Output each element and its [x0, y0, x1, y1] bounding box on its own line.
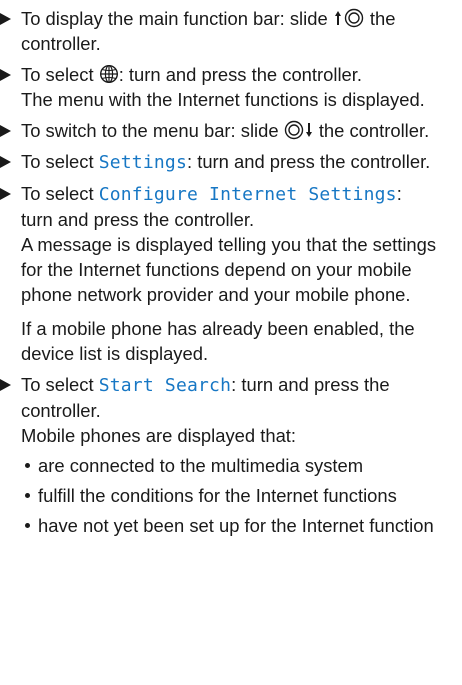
step-6-result: Mobile phones are displayed that:	[21, 425, 297, 446]
controller-slide-up-icon	[334, 8, 363, 28]
step-2: To select : turn and press the controlle…	[0, 62, 462, 112]
settings-menu-item: Settings	[98, 152, 187, 173]
step-4-text-start: To select	[21, 151, 99, 172]
step-arrow-icon	[0, 379, 11, 391]
step-arrow-icon	[0, 69, 11, 81]
list-item: have not yet been set up for the Interne…	[21, 513, 462, 538]
step-5-message: A message is displayed telling you that …	[21, 234, 437, 305]
step-6-text-start: To select	[21, 374, 99, 395]
step-arrow-icon	[0, 188, 11, 200]
step-5: To select Configure Internet Settings: t…	[0, 181, 462, 366]
start-search-menu-item: Start Search	[98, 375, 232, 396]
step-5-note: If a mobile phone has already been enabl…	[21, 318, 415, 364]
list-item: fulfill the conditions for the Internet …	[21, 483, 462, 508]
step-2-result: The menu with the Internet functions is …	[21, 89, 425, 110]
step-2-text-end: : turn and press the controller.	[118, 64, 362, 85]
step-arrow-icon	[0, 156, 11, 168]
step-6: To select Start Search: turn and press t…	[0, 372, 462, 538]
instruction-page: To display the main function bar: slide …	[0, 6, 462, 538]
step-4: To select Settings: turn and press the c…	[0, 149, 462, 175]
configure-internet-settings-menu-item: Configure Internet Settings	[98, 184, 397, 205]
list-item: are connected to the multimedia system	[21, 453, 462, 478]
step-3: To switch to the menu bar: slide the con…	[0, 118, 462, 143]
globe-icon	[99, 64, 118, 84]
step-1: To display the main function bar: slide …	[0, 6, 462, 56]
step-5-text-end: :	[396, 183, 402, 204]
step-5-text-start: To select	[21, 183, 99, 204]
step-1-text-start: To display the main function bar: slide	[21, 8, 333, 29]
step-4-text-end: : turn and press the controller.	[186, 151, 431, 172]
step-arrow-icon	[0, 13, 11, 25]
step-2-text-start: To select	[21, 64, 99, 85]
step-3-text-start: To switch to the menu bar: slide	[21, 120, 284, 141]
controller-slide-down-icon	[284, 120, 312, 140]
condition-list: are connected to the multimedia system f…	[21, 453, 462, 538]
step-arrow-icon	[0, 125, 11, 137]
step-3-text-end: the controller.	[313, 120, 430, 141]
step-5-action: turn and press the controller.	[21, 209, 255, 230]
